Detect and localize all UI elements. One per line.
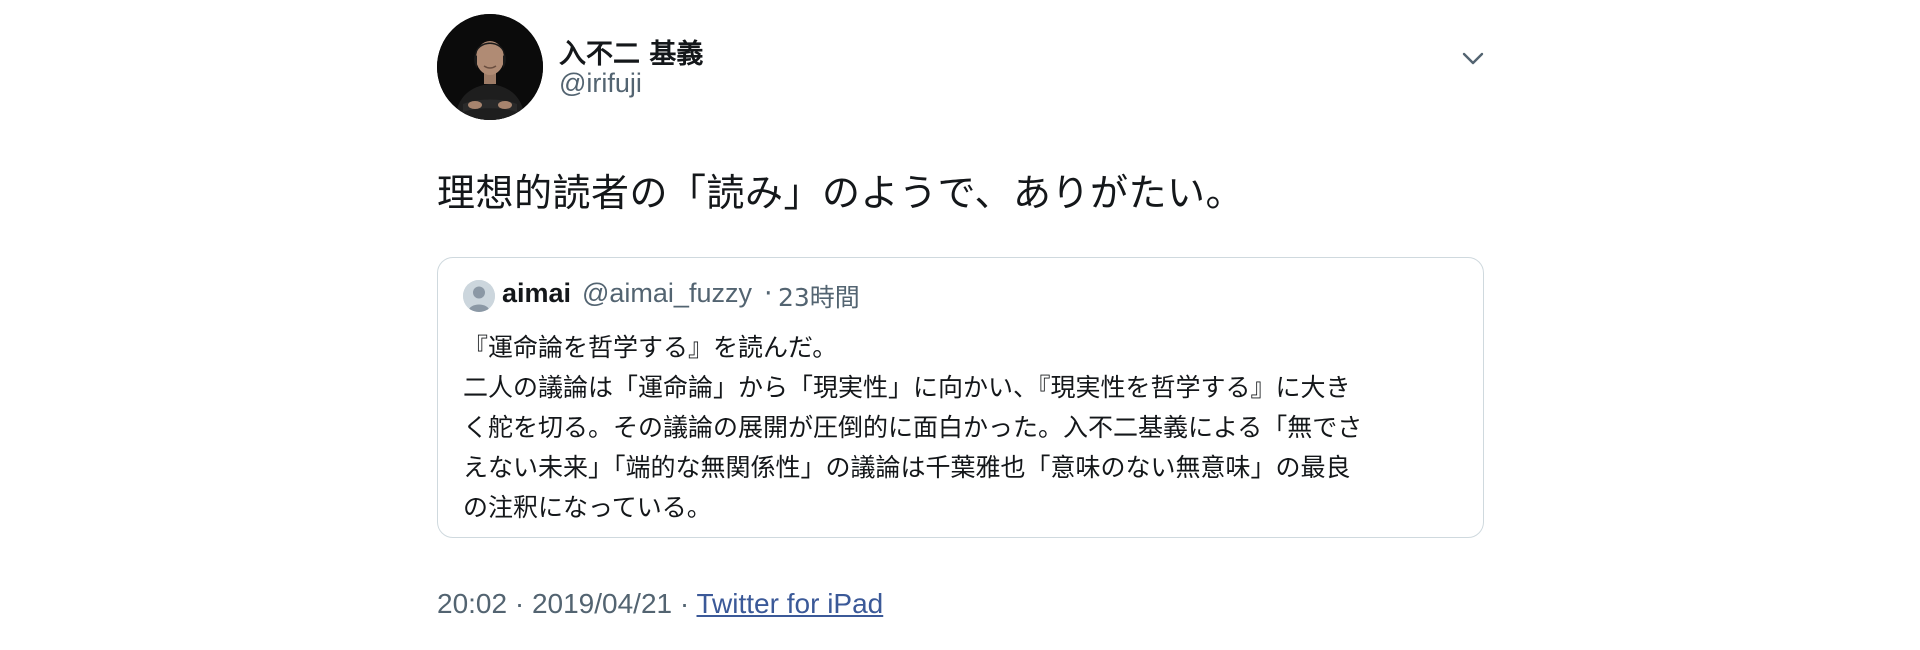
quoted-text-line: 『運命論を哲学する』を読んだ。 <box>463 333 838 362</box>
author-photo <box>437 14 543 120</box>
default-avatar-icon[interactable] <box>463 280 495 312</box>
author-avatar[interactable] <box>437 14 543 120</box>
quoted-display-name[interactable]: aimai <box>502 278 571 309</box>
tweet-text: 理想的読者の「読み」のようで、ありがたい。 <box>437 171 1244 215</box>
quoted-text-line: えない未来」「端的な無関係性」の議論は千葉雅也「意味のない無意味」の最良 <box>463 453 1351 482</box>
quoted-text-line: の注釈になっている。 <box>463 493 712 522</box>
tweet-date[interactable]: 2019/04/21 <box>532 588 672 619</box>
author-handle[interactable]: @irifuji <box>559 68 642 99</box>
tweet-time[interactable]: 20:02 <box>437 588 507 619</box>
quoted-handle[interactable]: @aimai_fuzzy <box>582 278 752 309</box>
chevron-down-icon[interactable] <box>1459 44 1487 72</box>
tweet-metadata: 20:02 · 2019/04/21 · Twitter for iPad <box>437 588 883 620</box>
quoted-text-line: く舵を切る。その議論の展開が圧倒的に面白かった。入不二基義による「無でさ <box>463 413 1363 442</box>
quoted-text-line: 二人の議論は「運命論」から「現実性」に向かい、『現実性を哲学する』に大き <box>463 373 1351 402</box>
quoted-timestamp[interactable]: 23時間 <box>778 278 860 314</box>
quoted-text: 『運命論を哲学する』を読んだ。 二人の議論は「運命論」から「現実性」に向かい、『… <box>463 328 1463 528</box>
tweet: 入不二 基義 @irifuji 理想的読者の「読み」のようで、ありがたい。 ai… <box>437 14 1487 644</box>
quoted-separator: · <box>764 278 773 309</box>
quoted-tweet-card[interactable]: aimai @aimai_fuzzy · 23時間 『運命論を哲学する』を読んだ… <box>437 257 1484 538</box>
author-display-name[interactable]: 入不二 基義 <box>559 32 703 71</box>
tweet-source-link[interactable]: Twitter for iPad <box>697 588 884 619</box>
footer-separator: · <box>672 588 697 619</box>
footer-separator: · <box>507 588 532 619</box>
